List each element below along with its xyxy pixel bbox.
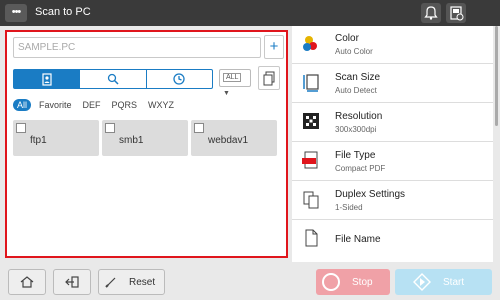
tab-history[interactable]	[147, 70, 212, 88]
reset-label: Reset	[129, 276, 156, 288]
checkbox[interactable]	[105, 123, 115, 133]
index-filter: All Favorite DEF PQRS WXYZ	[13, 99, 185, 111]
index-select[interactable]: ALL ▼	[219, 69, 251, 97]
filter-def[interactable]: DEF	[83, 100, 101, 110]
setting-value: 1-Sided	[335, 203, 363, 212]
setting-title: Scan Size	[335, 72, 381, 83]
address-book-icon	[42, 73, 52, 86]
tab-search[interactable]	[80, 70, 147, 88]
settings-panel: Color Auto Color Scan Size Auto Detect R…	[292, 26, 493, 262]
destination-label: smb1	[119, 135, 144, 146]
duplex-icon	[303, 191, 319, 209]
setting-scan-size[interactable]: Scan Size Auto Detect	[292, 65, 493, 103]
setting-title: Color	[335, 33, 359, 44]
setting-value: Compact PDF	[335, 164, 386, 173]
device-icon[interactable]	[446, 3, 466, 23]
setting-title: Resolution	[335, 111, 383, 122]
ellipsis-icon[interactable]: •••	[5, 4, 27, 22]
destination-label: ftp1	[30, 135, 47, 146]
filter-favorite[interactable]: Favorite	[39, 100, 72, 110]
program-button[interactable]	[258, 66, 280, 90]
history-icon	[173, 73, 185, 85]
page-title: Scan to PC	[35, 6, 91, 18]
destination-tabs	[13, 69, 213, 89]
destination-item[interactable]: webdav1	[191, 120, 277, 156]
setting-title: File Name	[335, 234, 381, 245]
scan-size-icon	[303, 74, 319, 92]
setting-duplex[interactable]: Duplex Settings 1-Sided	[292, 182, 493, 220]
checkbox[interactable]	[16, 123, 26, 133]
bell-icon[interactable]	[421, 3, 441, 23]
home-button[interactable]	[8, 269, 46, 295]
destination-item[interactable]: smb1	[102, 120, 188, 156]
setting-file-type[interactable]: File Type Compact PDF	[292, 143, 493, 181]
filter-pqrs[interactable]: PQRS	[112, 100, 138, 110]
back-icon	[65, 276, 79, 288]
stop-icon	[322, 273, 340, 291]
stop-label: Stop	[352, 276, 373, 288]
destination-label: webdav1	[208, 135, 249, 146]
reset-button[interactable]: Reset	[98, 269, 165, 295]
setting-resolution[interactable]: Resolution 300x300dpi	[292, 104, 493, 142]
destination-panel: SAMPLE.PC + ALL ▼ All Favorite DEF PQRS …	[5, 30, 288, 258]
search-icon	[107, 73, 119, 85]
filter-wxyz[interactable]: WXYZ	[148, 100, 174, 110]
tab-address-book[interactable]	[14, 70, 81, 88]
checkbox[interactable]	[194, 123, 204, 133]
start-icon	[413, 273, 431, 291]
setting-title: File Type	[335, 150, 376, 161]
index-select-value: ALL	[223, 73, 242, 82]
reset-icon	[105, 277, 116, 288]
search-input[interactable]: SAMPLE.PC	[13, 37, 261, 58]
start-button[interactable]: Start	[395, 269, 492, 295]
destination-item[interactable]: ftp1	[13, 120, 99, 156]
stop-button[interactable]: Stop	[316, 269, 390, 295]
filter-all[interactable]: All	[13, 99, 32, 111]
setting-value: Auto Detect	[335, 86, 377, 95]
home-icon	[20, 276, 34, 288]
top-bar: ••• Scan to PC	[0, 0, 500, 26]
setting-color[interactable]: Color Auto Color	[292, 26, 493, 64]
resolution-icon	[303, 113, 319, 129]
setting-title: Duplex Settings	[335, 189, 406, 200]
add-destination-button[interactable]: +	[264, 35, 284, 59]
file-icon	[305, 229, 318, 247]
setting-file-name[interactable]: File Name	[292, 221, 493, 259]
back-button[interactable]	[53, 269, 91, 295]
settings-scrollbar[interactable]	[495, 26, 498, 126]
start-label: Start	[443, 276, 465, 288]
program-icon	[263, 71, 275, 86]
color-icon	[303, 36, 317, 51]
pdf-icon	[302, 151, 318, 169]
chevron-down-icon: ▼	[223, 90, 230, 97]
setting-value: 300x300dpi	[335, 125, 377, 134]
setting-value: Auto Color	[335, 47, 373, 56]
